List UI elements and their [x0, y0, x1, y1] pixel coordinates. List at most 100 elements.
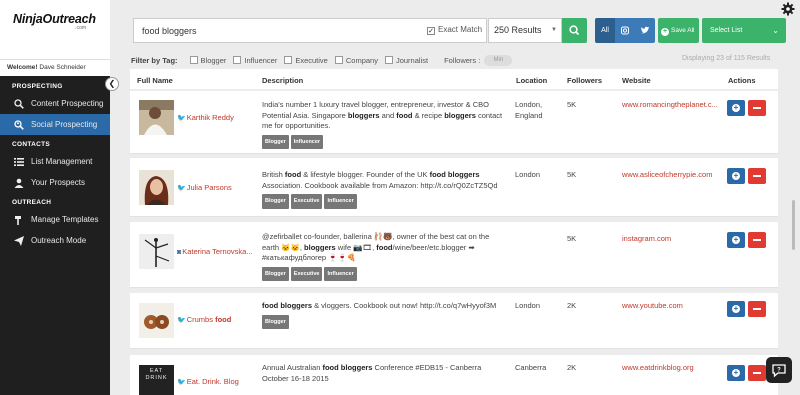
tag-badge: Blogger: [262, 134, 289, 149]
tag-filter-journalist[interactable]: Journalist: [384, 56, 428, 65]
column-header-name[interactable]: Full Name: [137, 76, 173, 85]
column-header-website[interactable]: Website: [622, 76, 651, 85]
avatar: [139, 234, 174, 269]
add-prospect-button[interactable]: [727, 301, 745, 317]
tag-list: Blogger Executive Influencer: [262, 266, 507, 281]
remove-prospect-button[interactable]: [748, 301, 766, 317]
checkbox[interactable]: [384, 56, 393, 64]
description-text: British food & lifestyle blogger. Founde…: [262, 170, 498, 190]
scrollbar[interactable]: [792, 200, 795, 250]
avatar: [139, 170, 174, 205]
checkbox[interactable]: [233, 56, 242, 64]
welcome-prefix: Welcome!: [7, 64, 38, 71]
tag-filter-influencer[interactable]: Influencer: [233, 56, 277, 65]
sidebar-item-outreach-mode[interactable]: Outreach Mode: [0, 230, 110, 251]
sidebar-item-label: Content Prospecting: [31, 99, 104, 108]
column-header-followers[interactable]: Followers: [567, 76, 602, 85]
prospect-name-link[interactable]: 🐦Karthik Reddy: [177, 113, 234, 122]
prospect-description: British food & lifestyle blogger. Founde…: [262, 170, 507, 209]
save-all-button[interactable]: + Save All: [658, 18, 699, 43]
prospect-website-link[interactable]: www.eatdrinkblog.org: [622, 363, 694, 372]
sidebar-item-content-prospecting[interactable]: Content Prospecting: [0, 93, 110, 114]
hammer-icon: [15, 215, 21, 225]
prospect-name-link[interactable]: 🐦Julia Parsons: [177, 183, 232, 192]
twitter-icon: [641, 26, 650, 34]
sidebar-item-manage-templates[interactable]: Manage Templates: [0, 209, 110, 230]
sidebar-item-your-prospects[interactable]: Your Prospects: [0, 172, 110, 193]
select-list-label: Select List: [710, 27, 743, 34]
tag-filter-label: Influencer: [244, 55, 278, 65]
caret-down-icon: ▼: [551, 27, 557, 33]
list-icon: [14, 157, 24, 166]
prospect-website-link[interactable]: www.youtube.com: [622, 301, 683, 310]
sidebar-item-label: Social Prospecting: [31, 120, 98, 129]
add-prospect-button[interactable]: [727, 100, 745, 116]
prospect-website-link[interactable]: www.asliceofcherrypie.com: [622, 170, 712, 179]
search-button[interactable]: [562, 18, 587, 43]
section-outreach: OUTREACH: [12, 199, 52, 206]
paper-plane-icon: [14, 235, 24, 246]
person-icon: [14, 178, 24, 188]
add-prospect-button[interactable]: [727, 168, 745, 184]
tag-list: Blogger Influencer: [262, 134, 507, 149]
collapse-sidebar-button[interactable]: ❮: [105, 77, 119, 91]
section-prospecting: PROSPECTING: [12, 83, 63, 90]
prospect-name-link[interactable]: ◙Katerina Ternovska...: [177, 247, 253, 256]
prospect-name: Karthik Reddy: [186, 113, 234, 122]
checkbox[interactable]: [189, 56, 198, 64]
prospect-followers: 5K: [567, 170, 577, 179]
chat-button[interactable]: ?: [766, 357, 792, 383]
followers-min-input[interactable]: Min: [484, 54, 513, 66]
add-prospect-button[interactable]: [727, 232, 745, 248]
table-row: 🐦Julia Parsons British food & lifestyle …: [130, 158, 778, 217]
prospect-followers: 5K: [567, 100, 577, 109]
logo[interactable]: NinjaOutreach .com: [0, 0, 110, 59]
results-count-select[interactable]: 250 Results ▼: [488, 18, 562, 43]
column-header-actions: Actions: [728, 76, 756, 85]
column-header-location[interactable]: Location: [516, 76, 547, 85]
prospect-name: Eat. Drink. Blog: [186, 377, 239, 386]
prospect-website-link[interactable]: instagram.com: [622, 234, 671, 243]
tag-badge: Blogger: [262, 266, 289, 281]
prospect-name: Julia Parsons: [186, 183, 232, 192]
logo-text: NinjaOutreach: [13, 12, 96, 26]
prospect-name-link[interactable]: 🐦Crumbs food: [177, 315, 231, 324]
results-count-value: 250 Results: [494, 25, 542, 35]
checkbox[interactable]: [284, 56, 293, 64]
filter-instagram-button[interactable]: [615, 18, 635, 43]
prospect-followers: 5K: [567, 234, 577, 243]
filter-twitter-button[interactable]: [635, 18, 655, 43]
description-text: India's number 1 luxury travel blogger, …: [262, 100, 503, 130]
tag-badge: Influencer: [324, 194, 357, 209]
prospect-location: London: [515, 301, 541, 310]
gear-icon[interactable]: [781, 2, 795, 16]
prospect-followers: 2K: [567, 301, 577, 310]
tag-filter-blogger[interactable]: Blogger: [189, 56, 226, 65]
tag-badge: Blogger: [262, 194, 289, 209]
select-list-dropdown[interactable]: Select List ⌄: [702, 18, 786, 43]
description-text: food bloggers & vloggers. Cookbook out n…: [262, 301, 497, 310]
prospect-description: India's number 1 luxury travel blogger, …: [262, 100, 507, 149]
remove-prospect-button[interactable]: [748, 232, 766, 248]
exact-match-checkbox[interactable]: ✓ Exact Match: [427, 25, 482, 35]
remove-prospect-button[interactable]: [748, 168, 766, 184]
prospect-name-link[interactable]: 🐦Eat. Drink. Blog: [177, 377, 239, 386]
prospect-website-link[interactable]: www.romancingtheplanet.c...: [622, 100, 718, 109]
remove-prospect-button[interactable]: [748, 365, 766, 381]
remove-prospect-button[interactable]: [748, 100, 766, 116]
description-text: @zefirballet co-founder, ballerina 🩰🐻, o…: [262, 232, 490, 262]
checkbox[interactable]: [334, 56, 343, 64]
sidebar-item-label: Manage Templates: [31, 215, 99, 224]
filter-all-button[interactable]: All: [595, 18, 615, 43]
tag-filter-row: Filter by Tag: Blogger Influencer Execut…: [131, 54, 513, 66]
sidebar-item-list-management[interactable]: List Management: [0, 151, 110, 172]
column-header-description[interactable]: Description: [262, 76, 303, 85]
add-prospect-button[interactable]: [727, 365, 745, 381]
tag-filter-company[interactable]: Company: [334, 56, 378, 65]
save-all-label: Save All: [671, 27, 695, 34]
tag-badge: Executive: [290, 266, 323, 281]
search-bar: ✓Exact Match: [133, 18, 487, 43]
sidebar-item-social-prospecting[interactable]: Social Prospecting: [0, 114, 110, 135]
tag-filter-executive[interactable]: Executive: [284, 56, 328, 65]
search-input[interactable]: [134, 19, 419, 42]
